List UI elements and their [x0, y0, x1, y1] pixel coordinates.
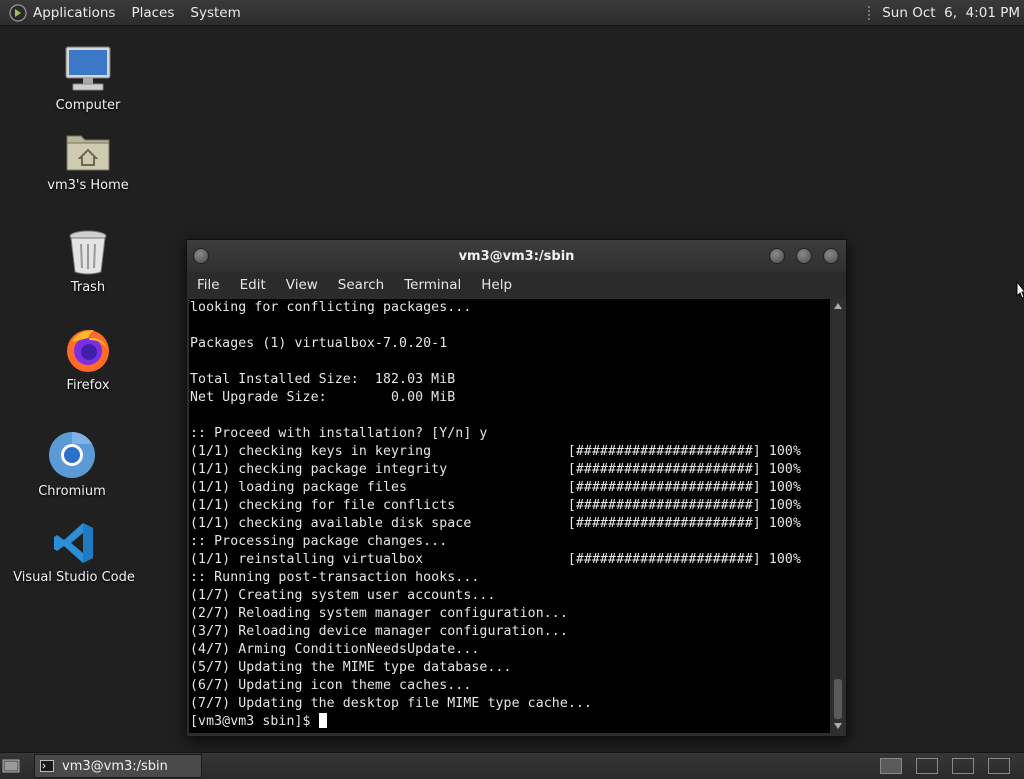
desktop-icon-label: vm3's Home	[47, 178, 129, 193]
menu-terminal[interactable]: Terminal	[404, 277, 461, 293]
home-folder-icon	[66, 135, 110, 171]
terminal-line: Packages (1) virtualbox-7.0.20-1	[190, 336, 448, 351]
top-panel: Applications Places System Sun Oct 6, 4:…	[0, 0, 1024, 26]
taskbar-window-button[interactable]: vm3@vm3:/sbin	[34, 754, 202, 778]
terminal-line: (6/7) Updating icon theme caches...	[190, 678, 472, 693]
desktop-icon-label: Trash	[70, 280, 106, 295]
terminal-window: vm3@vm3:/sbin File Edit View Search Term…	[186, 239, 847, 737]
terminal-line: :: Processing package changes...	[190, 534, 448, 549]
scroll-up-icon[interactable]	[834, 303, 842, 309]
menu-view[interactable]: View	[286, 277, 318, 293]
terminal-text: looking for conflicting packages... Pack…	[189, 299, 830, 731]
firefox-icon	[67, 330, 109, 372]
terminal-menubar: File Edit View Search Terminal Help	[187, 272, 846, 298]
computer-icon	[65, 46, 111, 91]
terminal-line: (1/1) checking package integrity [######…	[190, 462, 802, 477]
applications-menu[interactable]: Applications	[33, 5, 115, 21]
terminal-line: (1/1) reinstalling virtualbox [#########…	[190, 552, 802, 567]
gnome-foot-icon[interactable]	[9, 3, 27, 22]
window-menu-icon[interactable]	[193, 248, 209, 264]
terminal-scrollbar[interactable]	[832, 299, 844, 733]
minimize-button[interactable]	[769, 248, 785, 264]
desktop-icon-chromium[interactable]: Chromium	[7, 430, 137, 499]
chromium-icon	[49, 432, 95, 478]
workspace-2[interactable]	[916, 758, 938, 774]
desktop-icon-label: Visual Studio Code	[13, 570, 135, 585]
mouse-pointer-icon	[1016, 281, 1024, 299]
terminal-line: (7/7) Updating the desktop file MIME typ…	[190, 696, 592, 711]
terminal-line: (1/1) checking for file conflicts [#####…	[190, 498, 802, 513]
vscode-icon	[54, 523, 93, 563]
terminal-line: (3/7) Reloading device manager configura…	[190, 624, 568, 639]
window-titlebar[interactable]: vm3@vm3:/sbin	[187, 240, 846, 272]
places-menu[interactable]: Places	[131, 5, 174, 21]
window-title: vm3@vm3:/sbin	[458, 248, 575, 264]
terminal-cursor	[318, 713, 327, 728]
terminal-line: Net Upgrade Size: 0.00 MiB	[190, 390, 456, 405]
desktop-icon-computer[interactable]: Computer	[23, 44, 153, 113]
close-button[interactable]	[823, 248, 839, 264]
desktop-icon-label: Chromium	[38, 484, 106, 499]
terminal-line: (4/7) Arming ConditionNeedsUpdate...	[190, 642, 480, 657]
show-desktop-icon[interactable]	[2, 757, 20, 775]
terminal-line: :: Proceed with installation? [Y/n] y	[190, 426, 488, 441]
terminal-line: (5/7) Updating the MIME type database...	[190, 660, 512, 675]
desktop-icon-vscode[interactable]: Visual Studio Code	[9, 520, 139, 585]
terminal-line: (1/7) Creating system user accounts...	[190, 588, 496, 603]
desktop-icon-label: Firefox	[66, 378, 110, 393]
terminal-prompt: [vm3@vm3 sbin]$	[190, 714, 319, 729]
panel-handle	[868, 5, 874, 20]
terminal-line: (1/1) checking available disk space [###…	[190, 516, 802, 531]
desktop-icon-home[interactable]: vm3's Home	[23, 128, 153, 193]
maximize-button[interactable]	[796, 248, 812, 264]
desktop-icon-label: Computer	[55, 98, 121, 113]
taskbar-window-label: vm3@vm3:/sbin	[62, 758, 168, 774]
scroll-thumb[interactable]	[834, 679, 842, 719]
terminal-line: (2/7) Reloading system manager configura…	[190, 606, 568, 621]
workspace-4[interactable]	[988, 758, 1010, 774]
menu-file[interactable]: File	[197, 277, 220, 293]
desktop-icon-trash[interactable]: Trash	[23, 228, 153, 295]
terminal-icon	[40, 760, 54, 772]
bottom-panel: vm3@vm3:/sbin	[0, 752, 1024, 779]
terminal-line: Total Installed Size: 182.03 MiB	[190, 372, 456, 387]
terminal-line: (1/1) loading package files [###########…	[190, 480, 802, 495]
menu-help[interactable]: Help	[481, 277, 512, 293]
menu-edit[interactable]: Edit	[240, 277, 266, 293]
terminal-line: :: Running post-transaction hooks...	[190, 570, 480, 585]
terminal-line: looking for conflicting packages...	[190, 300, 472, 315]
workspace-3[interactable]	[952, 758, 974, 774]
terminal-line: (1/1) checking keys in keyring [########…	[190, 444, 802, 459]
clock[interactable]: Sun Oct 6, 4:01 PM	[882, 5, 1020, 21]
terminal-output[interactable]: looking for conflicting packages... Pack…	[189, 299, 830, 733]
workspace-1[interactable]	[880, 758, 902, 774]
scroll-down-icon[interactable]	[834, 723, 842, 729]
menu-search[interactable]: Search	[338, 277, 384, 293]
trash-icon	[69, 230, 107, 275]
system-menu[interactable]: System	[190, 5, 240, 21]
desktop-icon-firefox[interactable]: Firefox	[23, 326, 153, 393]
